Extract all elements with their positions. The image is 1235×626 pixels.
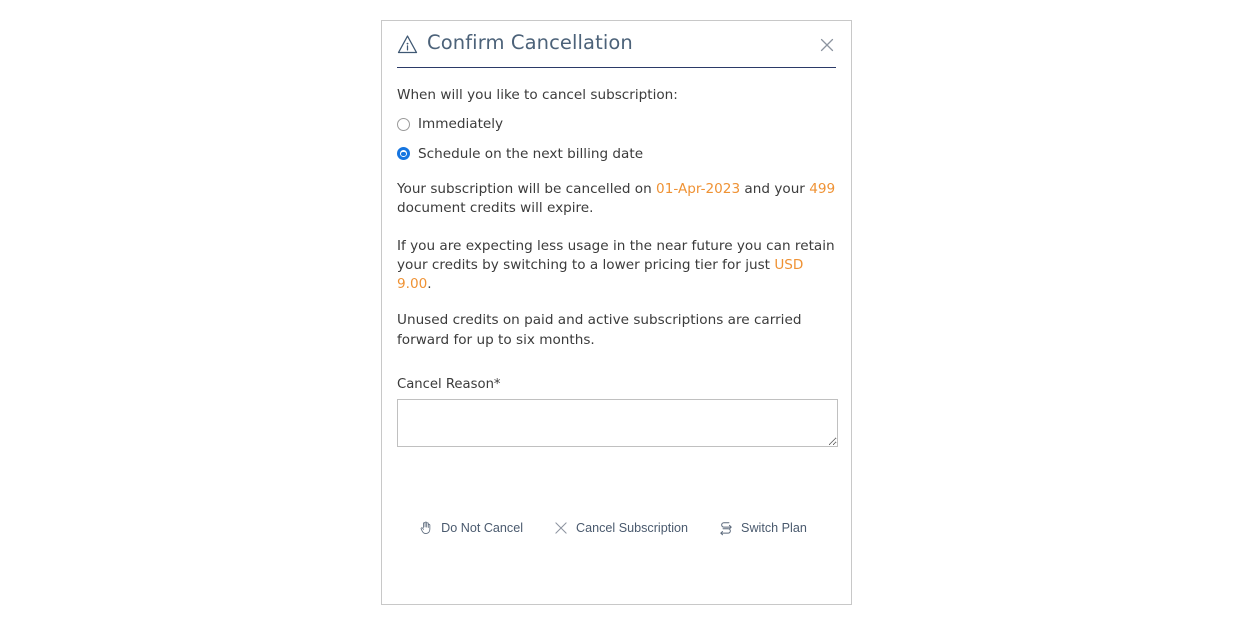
cancel-reason-input[interactable] (397, 398, 838, 447)
notice-text-2: and your (740, 180, 810, 197)
radio-option-immediately[interactable]: Immediately (397, 116, 836, 132)
switch-plan-button[interactable]: Switch Plan (716, 518, 809, 538)
dialog-body: When will you like to cancel subscriptio… (382, 87, 851, 447)
header-divider (397, 67, 836, 68)
radio-next-billing-date-indicator[interactable] (397, 147, 410, 161)
confirm-cancellation-dialog: Confirm Cancellation When will you like … (381, 20, 852, 605)
do-not-cancel-label: Do Not Cancel (441, 520, 524, 535)
warning-info-triangle-icon (396, 33, 419, 56)
switch-plan-label: Switch Plan (741, 520, 807, 535)
radio-next-billing-date-label: Schedule on the next billing date (418, 145, 644, 162)
cancellation-notice: Your subscription will be cancelled on 0… (397, 180, 836, 219)
notice-credit-count: 499 (809, 180, 836, 197)
cancel-subscription-button[interactable]: Cancel Subscription (551, 518, 690, 538)
radio-immediately-label: Immediately (418, 116, 504, 133)
notice-cancel-date: 01-Apr-2023 (656, 180, 741, 197)
carryover-notice: Unused credits on paid and active subscr… (397, 312, 802, 348)
retain-text-1: If you are expecting less usage in the n… (397, 237, 835, 273)
page-root: Confirm Cancellation When will you like … (0, 0, 1235, 626)
dialog-header: Confirm Cancellation (382, 21, 851, 67)
notice-text-3: document credits will expire. (397, 200, 594, 217)
notice-text-1: Your subscription will be cancelled on (397, 180, 657, 197)
dialog-actions: Do Not Cancel Cancel Subscription Switch… (382, 518, 851, 538)
do-not-cancel-button[interactable]: Do Not Cancel (416, 518, 525, 538)
cancel-timing-question: When will you like to cancel subscriptio… (397, 87, 678, 103)
radio-immediately-indicator[interactable] (397, 117, 410, 131)
close-icon[interactable] (817, 35, 837, 55)
close-x-icon (553, 520, 569, 536)
swap-arrows-icon (718, 520, 734, 536)
retain-credits-notice: If you are expecting less usage in the n… (397, 237, 836, 295)
dialog-title: Confirm Cancellation (427, 31, 633, 55)
radio-option-next-billing-date[interactable]: Schedule on the next billing date (397, 146, 836, 162)
cancel-reason-label: Cancel Reason* (397, 377, 501, 393)
cancel-subscription-label: Cancel Subscription (576, 520, 689, 535)
hand-stop-icon (418, 520, 434, 536)
retain-text-2: . (427, 276, 432, 293)
